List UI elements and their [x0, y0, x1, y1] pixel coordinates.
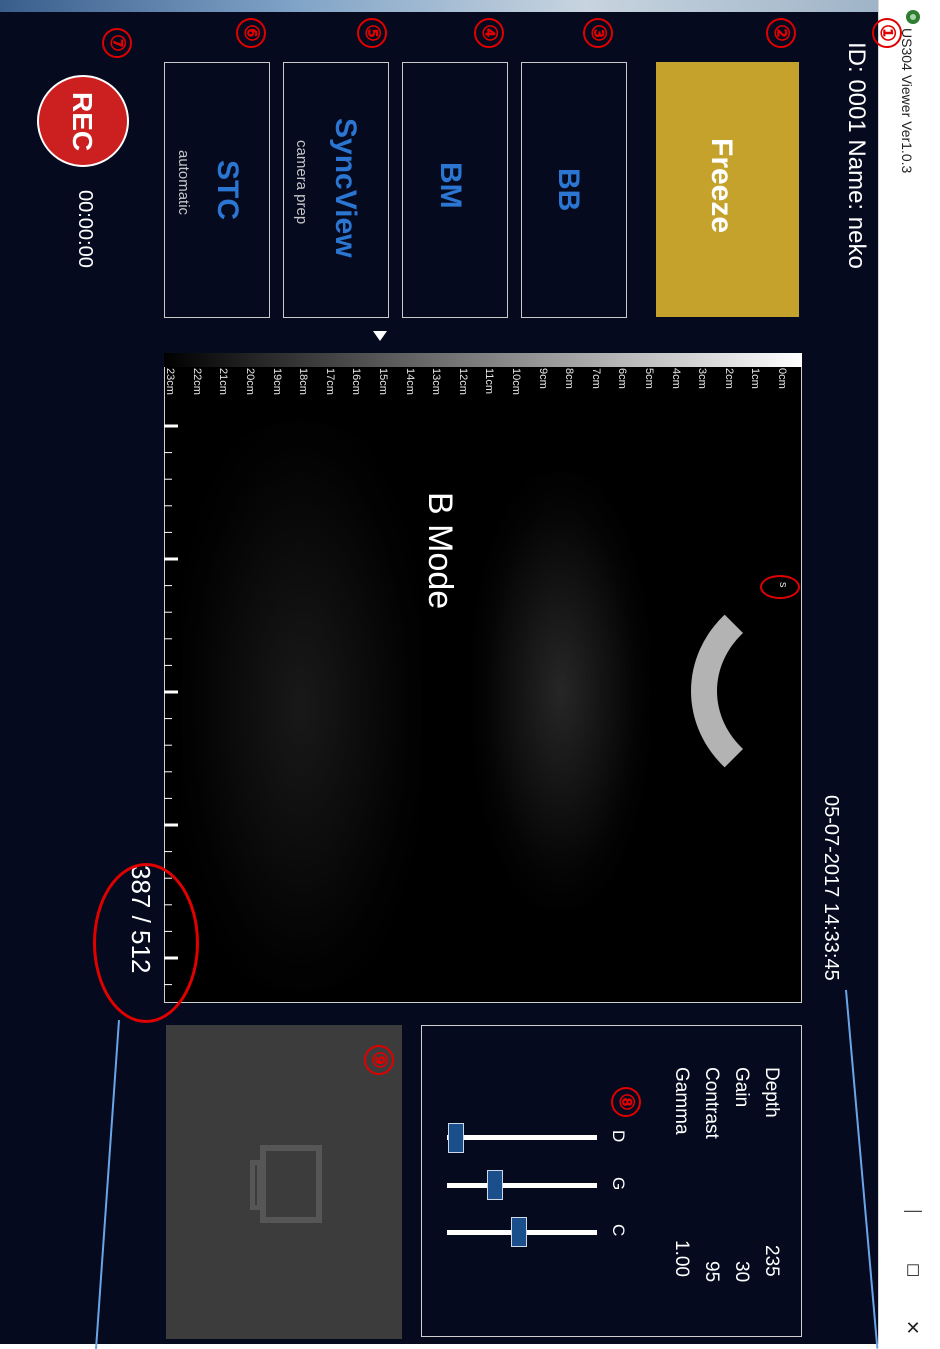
depth-tick-label: 22cm [190, 368, 203, 395]
monitor-icon [260, 1145, 322, 1223]
patient-info: ID: 0001 Name: neko [843, 42, 870, 269]
ultrasound-image [164, 353, 802, 1003]
depth-tick-label: 7cm [589, 368, 602, 389]
grayscale-bar [164, 353, 802, 367]
depth-tick-label: 19cm [270, 368, 283, 395]
depth-tick-label: 23cm [164, 368, 177, 395]
depth-slider-thumb[interactable] [448, 1123, 464, 1153]
echo-region-1 [471, 471, 651, 911]
marker-6: ⑥ [236, 18, 266, 48]
frame-counter-highlight [93, 863, 199, 1023]
probe-marker-label: s [777, 582, 789, 588]
depth-tick-label: 1cm [749, 368, 762, 389]
depth-tick-label: 0cm [776, 368, 788, 389]
depth-tick-label: 8cm [563, 368, 576, 389]
marker-4: ④ [474, 18, 504, 48]
gain-label: Gain [731, 1067, 752, 1108]
depth-tick-label: 17cm [323, 368, 336, 395]
depth-tick-label: 10cm [510, 368, 522, 395]
gain-value: 30 [731, 1261, 752, 1283]
echo-region-2 [181, 421, 421, 991]
depth-tick-label: 18cm [297, 368, 310, 395]
marker-7: ⑦ [102, 28, 132, 58]
datetime: 05-07-2017 14:33:45 [820, 795, 842, 981]
gain-slider-thumb[interactable] [487, 1170, 503, 1200]
slider-d-label: D [609, 1130, 628, 1143]
depth-tick-label: 9cm [536, 368, 549, 389]
depth-slider-track[interactable] [447, 1135, 597, 1140]
depth-tick-label: 4cm [669, 368, 682, 389]
top-strip [0, 0, 878, 12]
gamma-label: Gamma [671, 1067, 692, 1135]
contrast-slider-thumb[interactable] [511, 1217, 527, 1247]
syncview-sub-label: camera prep [293, 140, 310, 225]
depth-tick-label: 20cm [244, 368, 256, 395]
gamma-value: 1.00 [671, 1240, 692, 1277]
contrast-label: Contrast [701, 1067, 722, 1139]
marker-1: ① [872, 18, 902, 48]
marker-8: ⑧ [611, 1087, 641, 1117]
bb-label: BB [552, 168, 585, 212]
marker-9: ⑨ [364, 1045, 394, 1075]
close-button[interactable]: ✕ [903, 1318, 923, 1338]
dropdown-triangle-icon[interactable] [373, 331, 387, 341]
depth-tick-label: 21cm [217, 368, 230, 395]
depth-tick-label: 5cm [643, 368, 655, 389]
depth-value: 235 [761, 1245, 782, 1277]
depth-tick-label: 11cm [483, 368, 496, 395]
stc-sub-label: automatic [175, 150, 192, 216]
window-title: US304 Viewer Ver1.0.3 [899, 28, 915, 174]
rec-timer: 00:00:00 [74, 190, 96, 268]
depth-label: Depth [761, 1067, 782, 1118]
contrast-value: 95 [701, 1261, 722, 1283]
bm-label: BM [434, 162, 467, 209]
slider-c-label: C [609, 1224, 628, 1237]
depth-tick-label: 15cm [377, 368, 389, 395]
stc-label: STC [211, 160, 244, 220]
syncview-label: SyncView [329, 118, 362, 258]
monitor-stand-icon [250, 1160, 262, 1210]
freeze-label: Freeze [705, 138, 738, 234]
depth-tick-label: 13cm [430, 368, 443, 395]
slider-g-label: G [609, 1177, 628, 1191]
depth-tick-label: 12cm [456, 368, 469, 395]
mode-label: B Mode [421, 492, 459, 610]
depth-tick-label: 3cm [696, 368, 709, 389]
gain-slider-track[interactable] [447, 1183, 597, 1188]
rec-label: REC [67, 92, 98, 152]
maximize-button[interactable]: ☐ [903, 1262, 923, 1282]
depth-tick-label: 2cm [722, 368, 735, 389]
minimize-button[interactable]: — [903, 1200, 923, 1220]
depth-tick-label: 14cm [403, 368, 416, 395]
marker-3: ③ [583, 18, 613, 48]
marker-2: ② [766, 18, 796, 48]
depth-tick-label: 16cm [350, 368, 363, 395]
marker-5: ⑤ [357, 18, 387, 48]
app-logo-icon [906, 10, 920, 24]
depth-tick-label: 6cm [616, 368, 629, 389]
